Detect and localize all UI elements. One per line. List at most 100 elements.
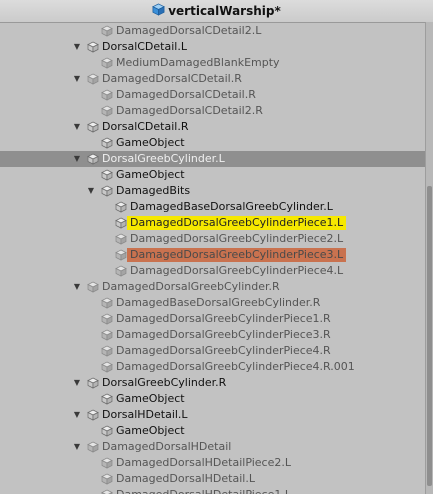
gameobject-cube-icon <box>87 153 99 165</box>
hierarchy-row[interactable]: DamagedDorsalHDetail.L <box>0 471 426 487</box>
hierarchy-item-label: DamagedDorsalHDetailPiece1.L <box>116 488 291 494</box>
hierarchy-item-label: GameObject <box>116 168 185 181</box>
hierarchy-row[interactable]: DamagedDorsalGreebCylinderPiece4.R.001 <box>0 359 426 375</box>
hierarchy-row[interactable]: DamagedBaseDorsalGreebCylinder.R <box>0 295 426 311</box>
hierarchy-row[interactable]: DamagedDorsalCDetail2.R <box>0 103 426 119</box>
hierarchy-item-label: DamagedDorsalCDetail2.R <box>116 104 263 117</box>
hierarchy-row[interactable]: ▼ DorsalGreebCylinder.R <box>0 375 426 391</box>
gameobject-cube-icon <box>101 313 113 325</box>
hierarchy-item-label: DamagedDorsalGreebCylinderPiece4.R <box>116 344 331 357</box>
gameobject-cube-icon <box>101 345 113 357</box>
scrollbar-thumb[interactable] <box>427 186 432 486</box>
hierarchy-item-label: DamagedBaseDorsalGreebCylinder.L <box>130 200 333 213</box>
gameobject-cube-icon <box>101 89 113 101</box>
hierarchy-item-label: DorsalCDetail.R <box>102 120 189 133</box>
hierarchy-row[interactable]: ▼ DorsalCDetail.L <box>0 39 426 55</box>
window-title-bar: verticalWarship* <box>0 0 433 23</box>
hierarchy-row[interactable]: DamagedBaseDorsalGreebCylinder.L <box>0 199 426 215</box>
gameobject-cube-icon <box>101 457 113 469</box>
hierarchy-row[interactable]: ▼ DorsalHDetail.L <box>0 407 426 423</box>
hierarchy-row[interactable]: ▼ DorsalCDetail.R <box>0 119 426 135</box>
hierarchy-row[interactable]: DamagedDorsalGreebCylinderPiece1.L <box>0 215 426 231</box>
foldout-arrow-icon[interactable]: ▼ <box>72 151 82 167</box>
hierarchy-item-label: GameObject <box>116 136 185 149</box>
hierarchy-item-label: DamagedDorsalHDetail.L <box>116 472 255 485</box>
hierarchy-tree[interactable]: DamagedDorsalCDetail2.L ▼ DorsalCDetail.L M… <box>0 22 426 494</box>
hierarchy-row[interactable]: DamagedDorsalHDetailPiece1.L <box>0 487 426 494</box>
gameobject-cube-icon <box>115 249 127 261</box>
gameobject-cube-icon <box>87 409 99 421</box>
hierarchy-item-label: DamagedDorsalGreebCylinderPiece3.L <box>127 248 347 262</box>
hierarchy-item-label: DamagedDorsalGreebCylinderPiece1.R <box>116 312 331 325</box>
hierarchy-row[interactable]: MediumDamagedBlankEmpty <box>0 55 426 71</box>
foldout-arrow-icon[interactable]: ▼ <box>72 375 82 391</box>
hierarchy-row[interactable]: ▼ DamagedDorsalHDetail <box>0 439 426 455</box>
hierarchy-row[interactable]: DamagedDorsalGreebCylinderPiece3.L <box>0 247 426 263</box>
hierarchy-row[interactable]: DamagedDorsalGreebCylinderPiece4.L <box>0 263 426 279</box>
gameobject-cube-icon <box>101 393 113 405</box>
hierarchy-row[interactable]: DamagedDorsalGreebCylinderPiece1.R <box>0 311 426 327</box>
unity-cube-icon <box>152 3 166 19</box>
hierarchy-item-label: DorsalGreebCylinder.L <box>102 152 225 165</box>
gameobject-cube-icon <box>101 137 113 149</box>
hierarchy-item-label: DamagedBits <box>116 184 191 197</box>
hierarchy-row[interactable]: GameObject <box>0 423 426 439</box>
hierarchy-item-label: DamagedDorsalGreebCylinderPiece3.R <box>116 328 331 341</box>
foldout-arrow-icon[interactable]: ▼ <box>72 39 82 55</box>
gameobject-cube-icon <box>87 121 99 133</box>
window-title: verticalWarship* <box>168 4 281 18</box>
hierarchy-item-label: DamagedDorsalGreebCylinderPiece2.L <box>130 232 344 245</box>
gameobject-cube-icon <box>101 297 113 309</box>
gameobject-cube-icon <box>87 281 99 293</box>
gameobject-cube-icon <box>101 105 113 117</box>
hierarchy-row[interactable]: GameObject <box>0 167 426 183</box>
hierarchy-item-label: DamagedDorsalGreebCylinderPiece4.L <box>130 264 344 277</box>
hierarchy-item-label: DamagedDorsalGreebCylinderPiece1.L <box>127 216 347 230</box>
hierarchy-item-label: DamagedDorsalGreebCylinder.R <box>102 280 280 293</box>
hierarchy-row[interactable]: DamagedDorsalGreebCylinderPiece3.R <box>0 327 426 343</box>
hierarchy-row[interactable]: ▼ DorsalGreebCylinder.L <box>0 151 426 167</box>
foldout-arrow-icon[interactable]: ▼ <box>72 279 82 295</box>
hierarchy-item-label: DamagedBaseDorsalGreebCylinder.R <box>116 296 321 309</box>
foldout-arrow-icon[interactable]: ▼ <box>72 439 82 455</box>
hierarchy-item-label: DorsalGreebCylinder.R <box>102 376 227 389</box>
gameobject-cube-icon <box>87 41 99 53</box>
hierarchy-item-label: DamagedDorsalHDetailPiece2.L <box>116 456 291 469</box>
hierarchy-row[interactable]: ▼ DamagedBits <box>0 183 426 199</box>
vertical-scrollbar[interactable] <box>425 22 433 494</box>
gameobject-cube-icon <box>87 441 99 453</box>
gameobject-cube-icon <box>101 25 113 37</box>
hierarchy-row[interactable]: DamagedDorsalCDetail.R <box>0 87 426 103</box>
hierarchy-row[interactable]: GameObject <box>0 135 426 151</box>
foldout-arrow-icon[interactable]: ▼ <box>72 71 82 87</box>
hierarchy-item-label: GameObject <box>116 392 185 405</box>
hierarchy-row[interactable]: DamagedDorsalHDetailPiece2.L <box>0 455 426 471</box>
hierarchy-row[interactable]: DamagedDorsalCDetail2.L <box>0 23 426 39</box>
hierarchy-item-label: GameObject <box>116 424 185 437</box>
foldout-arrow-icon[interactable]: ▼ <box>72 119 82 135</box>
hierarchy-row[interactable]: DamagedDorsalGreebCylinderPiece4.R <box>0 343 426 359</box>
foldout-arrow-icon[interactable]: ▼ <box>72 407 82 423</box>
hierarchy-row[interactable]: ▼ DamagedDorsalGreebCylinder.R <box>0 279 426 295</box>
hierarchy-item-label: DamagedDorsalCDetail.R <box>116 88 256 101</box>
hierarchy-item-label: DamagedDorsalHDetail <box>102 440 232 453</box>
gameobject-cube-icon <box>115 233 127 245</box>
hierarchy-item-label: DorsalCDetail.L <box>102 40 187 53</box>
gameobject-cube-icon <box>115 201 127 213</box>
gameobject-cube-icon <box>101 489 113 494</box>
gameobject-cube-icon <box>101 361 113 373</box>
hierarchy-item-label: DorsalHDetail.L <box>102 408 188 421</box>
hierarchy-row[interactable]: GameObject <box>0 391 426 407</box>
gameobject-cube-icon <box>101 185 113 197</box>
gameobject-cube-icon <box>87 73 99 85</box>
gameobject-cube-icon <box>101 473 113 485</box>
gameobject-cube-icon <box>115 265 127 277</box>
foldout-arrow-icon[interactable]: ▼ <box>86 183 96 199</box>
gameobject-cube-icon <box>87 377 99 389</box>
hierarchy-row[interactable]: ▼ DamagedDorsalCDetail.R <box>0 71 426 87</box>
gameobject-cube-icon <box>101 425 113 437</box>
hierarchy-item-label: MediumDamagedBlankEmpty <box>116 56 280 69</box>
hierarchy-row[interactable]: DamagedDorsalGreebCylinderPiece2.L <box>0 231 426 247</box>
gameobject-cube-icon <box>101 169 113 181</box>
hierarchy-item-label: DamagedDorsalCDetail.R <box>102 72 242 85</box>
